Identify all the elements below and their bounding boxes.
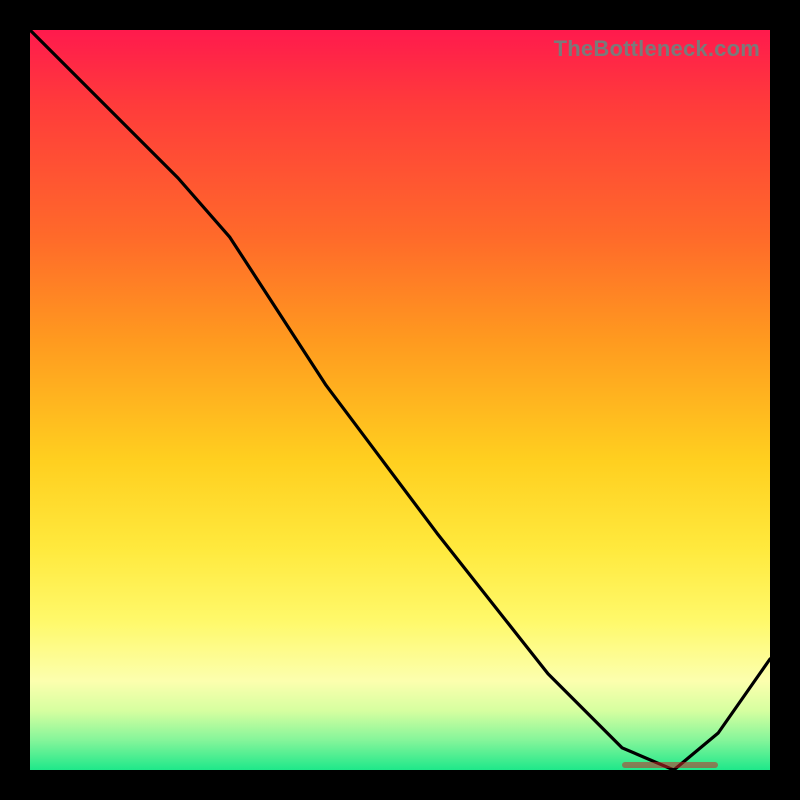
chart-stage: TheBottleneck.com [0,0,800,800]
curve-layer [30,30,770,770]
optimal-range-marker [622,762,718,768]
plot-area: TheBottleneck.com [30,30,770,770]
bottleneck-curve [30,30,770,770]
